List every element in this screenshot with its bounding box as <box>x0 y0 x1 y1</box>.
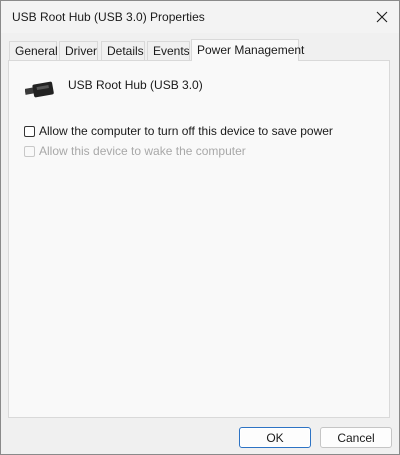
dialog-footer: OK Cancel <box>1 418 399 454</box>
tab-power-management[interactable]: Power Management <box>191 39 304 61</box>
device-name: USB Root Hub (USB 3.0) <box>68 78 203 92</box>
properties-dialog: USB Root Hub (USB 3.0) Properties Genera… <box>0 0 400 455</box>
ok-button[interactable]: OK <box>239 427 311 448</box>
power-management-panel: USB Root Hub (USB 3.0) Allow the compute… <box>8 60 390 418</box>
tab-events-label: Events <box>153 44 190 58</box>
tab-power-management-label: Power Management <box>197 43 305 57</box>
allow-wake-checkbox <box>24 145 35 157</box>
tab-driver-label: Driver <box>65 44 97 58</box>
allow-turn-off-label: Allow the computer to turn off this devi… <box>39 124 333 138</box>
window-title: USB Root Hub (USB 3.0) Properties <box>12 10 205 24</box>
close-button[interactable] <box>365 1 399 33</box>
usb-cable-icon <box>25 81 54 98</box>
allow-wake-label: Allow this device to wake the computer <box>39 144 246 158</box>
cancel-button[interactable]: Cancel <box>320 427 392 448</box>
tab-strip: General Driver Details Events Power Mana… <box>9 39 391 61</box>
allow-turn-off-option[interactable]: Allow the computer to turn off this devi… <box>24 124 333 138</box>
tab-details-label: Details <box>107 44 144 58</box>
tab-general[interactable]: General <box>9 41 58 60</box>
tab-general-label: General <box>15 44 58 58</box>
allow-turn-off-checkbox[interactable] <box>24 125 35 137</box>
close-icon <box>376 11 388 23</box>
tab-driver[interactable]: Driver <box>59 41 98 60</box>
tab-details[interactable]: Details <box>101 41 145 60</box>
allow-wake-option: Allow this device to wake the computer <box>24 144 246 158</box>
title-bar: USB Root Hub (USB 3.0) Properties <box>1 1 399 33</box>
tab-events[interactable]: Events <box>147 41 190 60</box>
